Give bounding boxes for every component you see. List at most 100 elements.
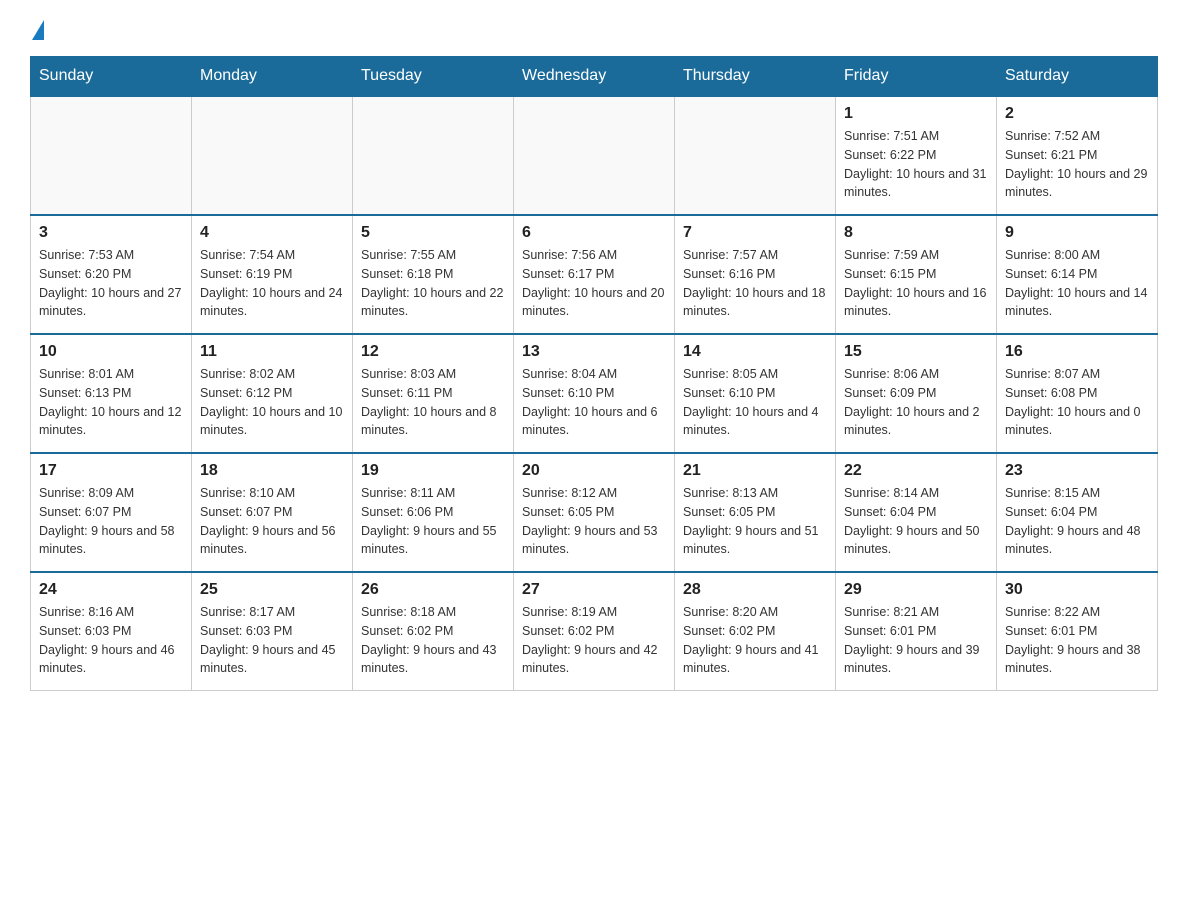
calendar-cell — [192, 96, 353, 215]
day-info: Sunrise: 8:04 AMSunset: 6:10 PMDaylight:… — [522, 365, 666, 440]
day-info: Sunrise: 8:15 AMSunset: 6:04 PMDaylight:… — [1005, 484, 1149, 559]
day-info: Sunrise: 8:22 AMSunset: 6:01 PMDaylight:… — [1005, 603, 1149, 678]
calendar-cell: 14 Sunrise: 8:05 AMSunset: 6:10 PMDayligh… — [675, 334, 836, 453]
calendar-cell: 26 Sunrise: 8:18 AMSunset: 6:02 PMDayligh… — [353, 572, 514, 691]
calendar-cell: 10 Sunrise: 8:01 AMSunset: 6:13 PMDayligh… — [31, 334, 192, 453]
day-number: 19 — [361, 462, 505, 480]
calendar-cell: 1 Sunrise: 7:51 AMSunset: 6:22 PMDaylight… — [836, 96, 997, 215]
day-number: 9 — [1005, 224, 1149, 242]
calendar-cell — [31, 96, 192, 215]
day-number: 23 — [1005, 462, 1149, 480]
day-number: 7 — [683, 224, 827, 242]
calendar-cell — [353, 96, 514, 215]
day-number: 5 — [361, 224, 505, 242]
calendar-week-row: 24 Sunrise: 8:16 AMSunset: 6:03 PMDayligh… — [31, 572, 1158, 691]
day-info: Sunrise: 8:14 AMSunset: 6:04 PMDaylight:… — [844, 484, 988, 559]
day-info: Sunrise: 8:12 AMSunset: 6:05 PMDaylight:… — [522, 484, 666, 559]
calendar-cell: 28Sunrise: 8:20 AMSunset: 6:02 PMDayligh… — [675, 572, 836, 691]
day-of-week-header: Sunday — [31, 57, 192, 97]
day-number: 24 — [39, 581, 183, 599]
day-number: 28 — [683, 581, 827, 599]
day-info: Sunrise: 7:52 AMSunset: 6:21 PMDaylight:… — [1005, 127, 1149, 202]
day-info: Sunrise: 7:53 AMSunset: 6:20 PMDaylight:… — [39, 246, 183, 321]
day-of-week-header: Wednesday — [514, 57, 675, 97]
days-of-week-row: SundayMondayTuesdayWednesdayThursdayFrid… — [31, 57, 1158, 97]
day-number: 25 — [200, 581, 344, 599]
calendar-cell: 6Sunrise: 7:56 AMSunset: 6:17 PMDaylight… — [514, 215, 675, 334]
day-of-week-header: Monday — [192, 57, 353, 97]
day-of-week-header: Saturday — [997, 57, 1158, 97]
calendar-cell — [675, 96, 836, 215]
day-number: 26 — [361, 581, 505, 599]
calendar-cell: 5 Sunrise: 7:55 AMSunset: 6:18 PMDaylight… — [353, 215, 514, 334]
calendar-cell: 19 Sunrise: 8:11 AMSunset: 6:06 PMDayligh… — [353, 453, 514, 572]
calendar-table: SundayMondayTuesdayWednesdayThursdayFrid… — [30, 56, 1158, 691]
day-info: Sunrise: 8:02 AMSunset: 6:12 PMDaylight:… — [200, 365, 344, 440]
calendar-cell: 2 Sunrise: 7:52 AMSunset: 6:21 PMDaylight… — [997, 96, 1158, 215]
calendar-cell: 7 Sunrise: 7:57 AMSunset: 6:16 PMDaylight… — [675, 215, 836, 334]
calendar-cell: 3Sunrise: 7:53 AMSunset: 6:20 PMDaylight… — [31, 215, 192, 334]
day-number: 18 — [200, 462, 344, 480]
day-number: 21 — [683, 462, 827, 480]
day-info: Sunrise: 8:18 AMSunset: 6:02 PMDaylight:… — [361, 603, 505, 678]
calendar-cell: 27 Sunrise: 8:19 AMSunset: 6:02 PMDayligh… — [514, 572, 675, 691]
day-info: Sunrise: 8:05 AMSunset: 6:10 PMDaylight:… — [683, 365, 827, 440]
calendar-week-row: 1 Sunrise: 7:51 AMSunset: 6:22 PMDaylight… — [31, 96, 1158, 215]
day-number: 27 — [522, 581, 666, 599]
day-info: Sunrise: 7:54 AMSunset: 6:19 PMDaylight:… — [200, 246, 344, 321]
day-of-week-header: Thursday — [675, 57, 836, 97]
day-info: Sunrise: 8:03 AMSunset: 6:11 PMDaylight:… — [361, 365, 505, 440]
calendar-cell: 24 Sunrise: 8:16 AMSunset: 6:03 PMDayligh… — [31, 572, 192, 691]
calendar-header: SundayMondayTuesdayWednesdayThursdayFrid… — [31, 57, 1158, 97]
calendar-cell: 4 Sunrise: 7:54 AMSunset: 6:19 PMDaylight… — [192, 215, 353, 334]
calendar-cell — [514, 96, 675, 215]
day-info: Sunrise: 7:51 AMSunset: 6:22 PMDaylight:… — [844, 127, 988, 202]
calendar-cell: 9 Sunrise: 8:00 AMSunset: 6:14 PMDaylight… — [997, 215, 1158, 334]
calendar-cell: 17 Sunrise: 8:09 AMSunset: 6:07 PMDayligh… — [31, 453, 192, 572]
calendar-body: 1 Sunrise: 7:51 AMSunset: 6:22 PMDaylight… — [31, 96, 1158, 691]
calendar-week-row: 10 Sunrise: 8:01 AMSunset: 6:13 PMDayligh… — [31, 334, 1158, 453]
logo-triangle-icon — [32, 20, 44, 40]
calendar-cell: 22 Sunrise: 8:14 AMSunset: 6:04 PMDayligh… — [836, 453, 997, 572]
day-number: 11 — [200, 343, 344, 361]
day-info: Sunrise: 7:57 AMSunset: 6:16 PMDaylight:… — [683, 246, 827, 321]
day-info: Sunrise: 8:01 AMSunset: 6:13 PMDaylight:… — [39, 365, 183, 440]
day-number: 29 — [844, 581, 988, 599]
calendar-week-row: 17 Sunrise: 8:09 AMSunset: 6:07 PMDayligh… — [31, 453, 1158, 572]
day-of-week-header: Friday — [836, 57, 997, 97]
day-number: 2 — [1005, 105, 1149, 123]
calendar-cell: 13 Sunrise: 8:04 AMSunset: 6:10 PMDayligh… — [514, 334, 675, 453]
day-number: 14 — [683, 343, 827, 361]
day-info: Sunrise: 8:00 AMSunset: 6:14 PMDaylight:… — [1005, 246, 1149, 321]
calendar-cell: 20 Sunrise: 8:12 AMSunset: 6:05 PMDayligh… — [514, 453, 675, 572]
day-info: Sunrise: 8:19 AMSunset: 6:02 PMDaylight:… — [522, 603, 666, 678]
day-number: 4 — [200, 224, 344, 242]
day-info: Sunrise: 8:10 AMSunset: 6:07 PMDaylight:… — [200, 484, 344, 559]
calendar-cell: 30 Sunrise: 8:22 AMSunset: 6:01 PMDayligh… — [997, 572, 1158, 691]
calendar-cell: 25 Sunrise: 8:17 AMSunset: 6:03 PMDayligh… — [192, 572, 353, 691]
day-number: 17 — [39, 462, 183, 480]
day-number: 10 — [39, 343, 183, 361]
calendar-cell: 29Sunrise: 8:21 AMSunset: 6:01 PMDayligh… — [836, 572, 997, 691]
day-number: 1 — [844, 105, 988, 123]
calendar-week-row: 3Sunrise: 7:53 AMSunset: 6:20 PMDaylight… — [31, 215, 1158, 334]
calendar-cell: 23 Sunrise: 8:15 AMSunset: 6:04 PMDayligh… — [997, 453, 1158, 572]
calendar-cell: 21Sunrise: 8:13 AMSunset: 6:05 PMDayligh… — [675, 453, 836, 572]
calendar-cell: 12 Sunrise: 8:03 AMSunset: 6:11 PMDayligh… — [353, 334, 514, 453]
day-info: Sunrise: 7:59 AMSunset: 6:15 PMDaylight:… — [844, 246, 988, 321]
day-info: Sunrise: 7:55 AMSunset: 6:18 PMDaylight:… — [361, 246, 505, 321]
day-info: Sunrise: 8:17 AMSunset: 6:03 PMDaylight:… — [200, 603, 344, 678]
calendar-cell: 15Sunrise: 8:06 AMSunset: 6:09 PMDayligh… — [836, 334, 997, 453]
day-info: Sunrise: 8:11 AMSunset: 6:06 PMDaylight:… — [361, 484, 505, 559]
calendar-cell: 8 Sunrise: 7:59 AMSunset: 6:15 PMDaylight… — [836, 215, 997, 334]
day-number: 22 — [844, 462, 988, 480]
day-number: 12 — [361, 343, 505, 361]
day-number: 30 — [1005, 581, 1149, 599]
day-number: 8 — [844, 224, 988, 242]
day-number: 16 — [1005, 343, 1149, 361]
day-info: Sunrise: 8:16 AMSunset: 6:03 PMDaylight:… — [39, 603, 183, 678]
day-number: 6 — [522, 224, 666, 242]
day-number: 20 — [522, 462, 666, 480]
day-number: 13 — [522, 343, 666, 361]
day-info: Sunrise: 8:09 AMSunset: 6:07 PMDaylight:… — [39, 484, 183, 559]
